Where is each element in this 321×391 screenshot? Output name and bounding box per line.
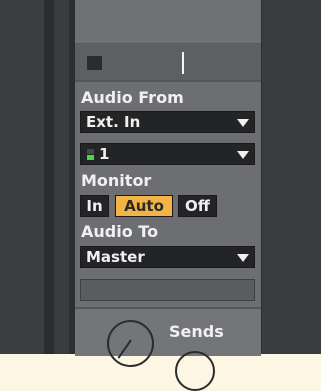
audio-from-type-dropdown[interactable]: Ext. In (80, 111, 255, 133)
meter-segment-bottom (87, 155, 94, 160)
send-knob-partial[interactable] (175, 351, 215, 391)
audio-to-channel-field[interactable] (80, 279, 255, 301)
monitor-label: Monitor (81, 171, 152, 190)
sends-label: Sends (169, 322, 224, 341)
meter-segment-top (87, 149, 94, 154)
chevron-down-icon (237, 254, 249, 262)
audio-from-channel-value: 1 (99, 145, 110, 163)
arm-row (75, 44, 261, 80)
divider (75, 80, 261, 82)
record-arm-button[interactable] (87, 56, 102, 70)
audio-from-type-value: Ext. In (86, 113, 141, 131)
monitor-off-button[interactable]: Off (178, 195, 217, 217)
chevron-down-icon (237, 119, 249, 127)
monitor-in-button[interactable]: In (80, 195, 109, 217)
audio-to-label: Audio To (81, 222, 159, 241)
audio-from-label: Audio From (81, 88, 184, 107)
text-cursor (182, 52, 184, 74)
audio-to-value: Master (86, 248, 145, 266)
column-divider (44, 0, 54, 354)
audio-to-dropdown[interactable]: Master (80, 246, 255, 268)
audio-from-channel-dropdown[interactable]: 1 (80, 143, 255, 165)
send-knob[interactable] (107, 320, 154, 367)
monitor-auto-button[interactable]: Auto (115, 195, 173, 217)
track-column-narrow (54, 0, 69, 354)
sends-section: Sends (75, 307, 261, 391)
knob-indicator (117, 339, 132, 359)
input-meter-icon (87, 149, 94, 160)
chevron-down-icon (237, 151, 249, 159)
track-column-right (261, 0, 321, 354)
daw-canvas: Audio From Ext. In 1 Monitor In Auto Off… (0, 0, 321, 391)
io-section-panel: Audio From Ext. In 1 Monitor In Auto Off… (75, 0, 261, 391)
track-column-left (0, 0, 44, 354)
track-header-area (75, 0, 261, 44)
